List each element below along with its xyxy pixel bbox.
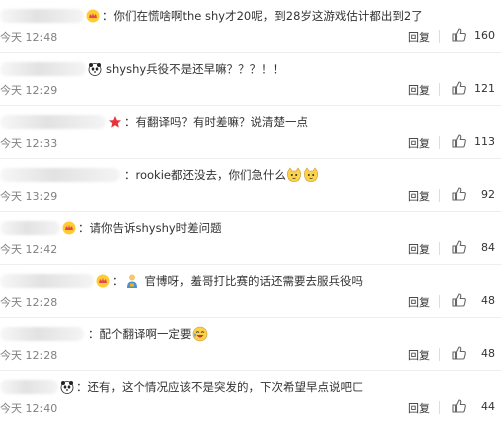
divider	[439, 136, 440, 149]
comment-item: ：还有，这个情况应该不是突发的，下次希望早点说吧ㄈ 今天 12:40 回复 44	[0, 371, 501, 424]
comment-text: ：还有，这个情况应该不是突发的，下次希望早点说吧ㄈ	[76, 380, 364, 394]
blurred-username[interactable]	[0, 380, 58, 394]
comment-time: 今天 12:28	[0, 296, 58, 309]
comment-time: 今天 12:40	[0, 402, 58, 415]
blurred-username[interactable]	[0, 9, 84, 23]
reply-button[interactable]: 回复	[408, 29, 430, 45]
laughing-face-icon	[192, 326, 209, 343]
comment-text: ：请你告诉shyshy时差问题	[78, 221, 222, 235]
comment-time: 今天 12:28	[0, 349, 58, 362]
reply-button[interactable]: 回复	[408, 82, 430, 98]
thumbs-up-icon[interactable]	[451, 398, 467, 414]
comment-text: ：rookie都还没去，你们急什么	[124, 168, 286, 182]
crown-badge-icon	[96, 274, 110, 288]
colon: ：	[112, 274, 124, 288]
divider	[439, 83, 440, 96]
reply-button[interactable]: 回复	[408, 347, 430, 363]
red-star-icon	[108, 115, 122, 129]
comment-time: 今天 12:48	[0, 31, 58, 44]
comment-item: ：有翻译吗？有时差嘛？说清楚一点 今天 12:33 回复 113	[0, 106, 501, 159]
comment-item: ：你们在慌啥啊the shy才20呢，到28岁这游戏估计都出到2了 今天 12:…	[0, 0, 501, 53]
like-count: 48	[481, 294, 495, 307]
thumbs-up-icon[interactable]	[451, 80, 467, 96]
comment-item: ：配个翻译啊一定要 今天 12:28 回复 48	[0, 318, 501, 371]
reply-button[interactable]: 回复	[408, 400, 430, 416]
thumbs-up-icon[interactable]	[451, 133, 467, 149]
thumbs-up-icon[interactable]	[451, 186, 467, 202]
comment-text: shyshy兵役不是还早嘛？？？！！	[106, 62, 285, 76]
blurred-username[interactable]	[0, 115, 106, 129]
comment-item: ：请你告诉shyshy时差问题 今天 12:42 回复 84	[0, 212, 501, 265]
panda-icon	[60, 380, 74, 394]
like-count: 113	[474, 135, 495, 148]
comment-time: 今天 12:42	[0, 243, 58, 256]
comment-time: 今天 13:29	[0, 190, 58, 203]
divider	[439, 30, 440, 43]
like-count: 92	[481, 188, 495, 201]
comment-text: ：有翻译吗？有时差嘛？说清楚一点	[124, 115, 308, 129]
like-count: 160	[474, 29, 495, 42]
reply-button[interactable]: 回复	[408, 135, 430, 151]
panda-icon	[88, 62, 102, 76]
divider	[439, 348, 440, 361]
blurred-username[interactable]	[0, 168, 120, 182]
thumbs-up-icon[interactable]	[451, 27, 467, 43]
comment-text: ：你们在慌啥啊the shy才20呢，到28岁这游戏估计都出到2了	[102, 9, 423, 23]
comment-item: ： 官博呀，羞哥打比赛的话还需要去服兵役吗 今天 12:28 回复 48	[0, 265, 501, 318]
like-count: 44	[481, 400, 495, 413]
thumbs-up-icon[interactable]	[451, 239, 467, 255]
like-count: 121	[474, 82, 495, 95]
comment-time: 今天 12:33	[0, 137, 58, 150]
comment-text: ：配个翻译啊一定要	[88, 327, 192, 341]
thumbs-up-icon[interactable]	[451, 345, 467, 361]
cat-face-icon	[286, 167, 303, 184]
crown-badge-icon	[86, 9, 100, 23]
comment-item: ：rookie都还没去，你们急什么 今天 13:29 回复 92	[0, 159, 501, 212]
comment-text: 官博呀，羞哥打比赛的话还需要去服兵役吗	[144, 274, 364, 288]
cat-face-icon	[303, 167, 320, 184]
comment-list: ：你们在慌啥啊the shy才20呢，到28岁这游戏估计都出到2了 今天 12:…	[0, 0, 501, 426]
divider	[439, 189, 440, 202]
comment-time: 今天 12:29	[0, 84, 58, 97]
like-count: 84	[481, 241, 495, 254]
reply-button[interactable]: 回复	[408, 294, 430, 310]
reply-button[interactable]: 回复	[408, 188, 430, 204]
divider	[439, 401, 440, 414]
thumbs-up-icon[interactable]	[451, 292, 467, 308]
blurred-username[interactable]	[0, 62, 86, 76]
crown-badge-icon	[62, 221, 76, 235]
reply-button[interactable]: 回复	[408, 241, 430, 257]
like-count: 48	[481, 347, 495, 360]
blurred-username[interactable]	[0, 327, 84, 341]
blurred-username[interactable]	[0, 221, 60, 235]
comment-item: shyshy兵役不是还早嘛？？？！！ 今天 12:29 回复 121	[0, 53, 501, 106]
divider	[439, 242, 440, 255]
trophy-person-icon	[124, 273, 141, 290]
blurred-username[interactable]	[0, 274, 94, 288]
divider	[439, 295, 440, 308]
